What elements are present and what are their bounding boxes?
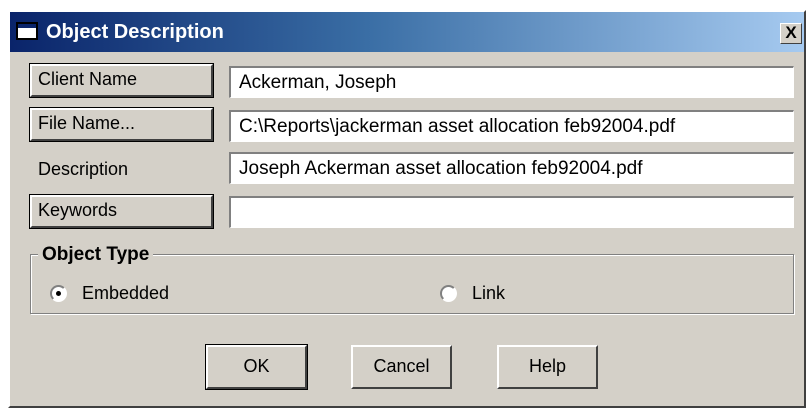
help-button[interactable]: Help [497,345,598,389]
close-button[interactable]: X [780,23,802,44]
ok-button[interactable]: OK [205,344,308,390]
description-label: Description [38,159,129,179]
keywords-field[interactable] [229,196,794,228]
radio-button-icon[interactable] [440,285,457,302]
client-name-button[interactable]: Client Name [29,63,214,98]
link-label[interactable]: Link [472,283,505,304]
title-bar[interactable]: Object Description X [10,12,804,52]
file-name-field[interactable]: C:\Reports\jackerman asset allocation fe… [229,110,794,142]
keywords-button[interactable]: Keywords [29,194,214,229]
embedded-label[interactable]: Embedded [82,283,169,304]
file-name-button[interactable]: File Name... [29,107,214,142]
window-icon [16,22,38,40]
object-description-dialog: Object Description X Client Name Ackerma… [8,10,806,408]
cancel-button[interactable]: Cancel [351,345,452,389]
description-field[interactable]: Joseph Ackerman asset allocation feb9200… [229,152,794,184]
radio-selected-dot [56,291,61,296]
dialog-title: Object Description [46,21,224,43]
radio-button-icon[interactable] [50,285,67,302]
client-name-field[interactable]: Ackerman, Joseph [229,66,794,98]
object-type-title: Object Type [38,244,154,266]
